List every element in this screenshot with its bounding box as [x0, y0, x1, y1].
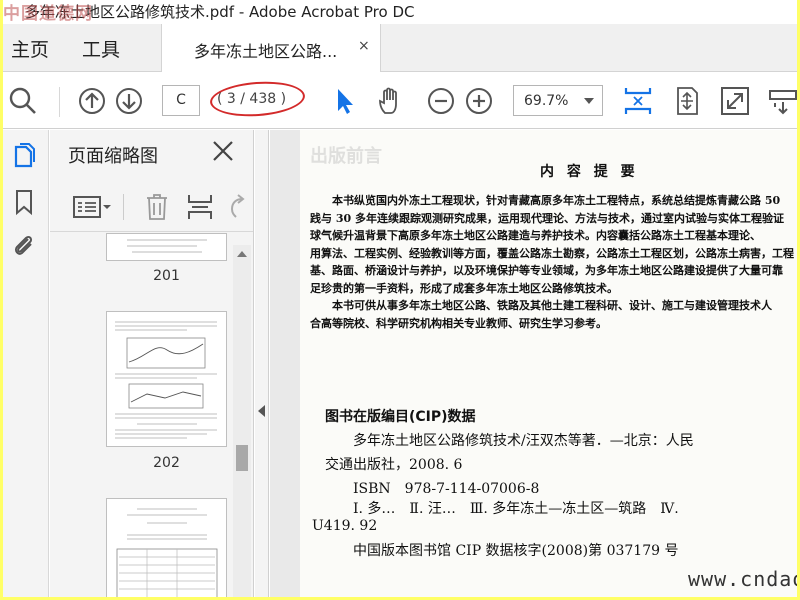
- website-watermark: www.cndao.com: [688, 567, 797, 591]
- site-watermark: 中国道德网: [3, 4, 93, 24]
- tab-bar: 主页 工具 多年冻土地区公路... ×: [3, 24, 797, 72]
- tools-divider: [123, 194, 124, 220]
- toolbar: C ( 3 / 438 ) 69.7%: [3, 73, 797, 129]
- thumbnail-preview: [116, 508, 218, 597]
- tab-home[interactable]: 主页: [11, 35, 49, 62]
- thumbnail-preview: [127, 239, 207, 253]
- scrollbar-thumb[interactable]: [236, 445, 248, 471]
- thumbnail-label: 202: [153, 455, 180, 471]
- summary-line: 践与 30 多年连续跟踪观测研究成果，运用现代理论、方法与技术，通过室内试验与实…: [310, 212, 784, 225]
- chevron-down-icon: [584, 98, 594, 104]
- highlight-ring: [208, 78, 307, 120]
- title-bar: 多年冻土地区公路修筑技术.pdf - Adobe Acrobat Pro DC …: [3, 0, 797, 24]
- tab-document-label: 多年冻土地区公路...: [194, 42, 338, 61]
- previous-page-icon[interactable]: [76, 85, 108, 117]
- thumbnail-panel: 页面缩略图 201 202: [50, 130, 254, 597]
- document-view[interactable]: 出版前言 内 容 提 要 本书纵览国内外冻土工程现状，针对青藏高原多年冻土工程特…: [270, 130, 797, 597]
- search-icon[interactable]: [7, 85, 39, 117]
- page-thumbnail[interactable]: [106, 233, 227, 261]
- cip-line: Ⅰ. 多… Ⅱ. 汪… Ⅲ. 多年冻土—冻土区—筑路 Ⅳ.: [325, 501, 679, 517]
- zoom-in-icon[interactable]: [463, 85, 495, 117]
- cip-line: U419. 92: [312, 518, 378, 534]
- page-heading: 内 容 提 要: [540, 164, 639, 180]
- page-thumbnail[interactable]: [106, 311, 227, 447]
- rotate-page-icon[interactable]: [226, 193, 250, 221]
- summary-line: 用算法、工程实例、经验教训等方面，覆盖公路冻土勘察，公路冻土工程区划，公路冻土病…: [310, 247, 794, 260]
- next-page-icon[interactable]: [113, 85, 145, 117]
- collapse-panel-handle[interactable]: [255, 130, 269, 597]
- bleed-through-heading: 出版前言: [310, 146, 382, 167]
- tab-document[interactable]: 多年冻土地区公路... ×: [161, 24, 381, 72]
- summary-line: 足珍贵的第一手资料，形成了成套多年冻土地区公路修筑技术。: [310, 282, 618, 295]
- zoom-out-icon[interactable]: [425, 85, 457, 117]
- cip-title: 图书在版编目(CIP)数据: [325, 409, 476, 425]
- thumbnail-scrollbar[interactable]: [233, 245, 251, 597]
- thumbnail-tools: [50, 182, 253, 232]
- thumbnail-options-icon[interactable]: [72, 194, 112, 220]
- page-number-input[interactable]: C: [162, 85, 200, 116]
- zoom-select[interactable]: 69.7%: [513, 85, 603, 116]
- zoom-value: 69.7%: [524, 93, 569, 109]
- summary-line: 球气候升温背景下高原多年冻土地区公路建造与养护技术。内容囊括公路冻土工程基本理论…: [310, 229, 761, 242]
- insert-page-icon[interactable]: [186, 193, 214, 221]
- page-thumbnail[interactable]: [106, 498, 227, 597]
- hand-tool-icon[interactable]: [375, 85, 407, 117]
- cip-line: 交通出版社，2008. 6: [325, 457, 463, 473]
- summary-line: 合高等院校、科学研究机构相关专业教师、研究生学习参考。: [310, 317, 607, 330]
- pdf-page: 出版前言 内 容 提 要 本书纵览国内外冻土工程现状，针对青藏高原多年冻土工程特…: [300, 130, 797, 597]
- full-screen-icon[interactable]: [719, 85, 751, 117]
- toolbar-divider: [59, 87, 60, 117]
- cip-line: ISBN 978-7-114-07006-8: [325, 481, 540, 497]
- thumbnail-label: 201: [153, 268, 180, 284]
- bookmark-icon[interactable]: [10, 188, 38, 216]
- acrobat-window: 多年冻土地区公路修筑技术.pdf - Adobe Acrobat Pro DC …: [3, 0, 797, 597]
- tab-tools[interactable]: 工具: [82, 35, 120, 62]
- delete-page-icon[interactable]: [145, 193, 169, 221]
- summary-line: 基、路面、桥涵设计与养护，以及环境保护等专业领域，为多年冻土地区公路建设提供了大…: [310, 264, 783, 277]
- close-tab-icon[interactable]: ×: [358, 38, 370, 54]
- summary-line: 本书可供从事多年冻土地区公路、铁路及其他土建工程科研、设计、施工与建设管理技术人: [310, 299, 772, 312]
- select-arrow-icon[interactable]: [328, 85, 360, 117]
- fit-page-icon[interactable]: [671, 85, 703, 117]
- scroll-up-icon[interactable]: [237, 251, 247, 257]
- close-panel-icon[interactable]: [210, 138, 236, 164]
- panel-title: 页面缩略图: [68, 146, 158, 167]
- summary-line: 本书纵览国内外冻土工程现状，针对青藏高原多年冻土工程特点，系统总结提炼青藏公路 …: [310, 194, 781, 207]
- page-thumbnails-icon[interactable]: [10, 142, 38, 170]
- scroll-mode-icon[interactable]: [622, 85, 654, 117]
- left-rail: [3, 130, 49, 597]
- thumbnail-preview: [115, 321, 217, 439]
- more-tools-icon[interactable]: [767, 85, 797, 117]
- cip-line: 中国版本图书馆 CIP 数据核字(2008)第 037179 号: [325, 543, 679, 559]
- chevron-left-icon: [258, 405, 265, 417]
- attachment-icon[interactable]: [10, 232, 38, 260]
- cip-line: 多年冻土地区公路修筑技术/汪双杰等著．—北京：人民: [325, 433, 694, 449]
